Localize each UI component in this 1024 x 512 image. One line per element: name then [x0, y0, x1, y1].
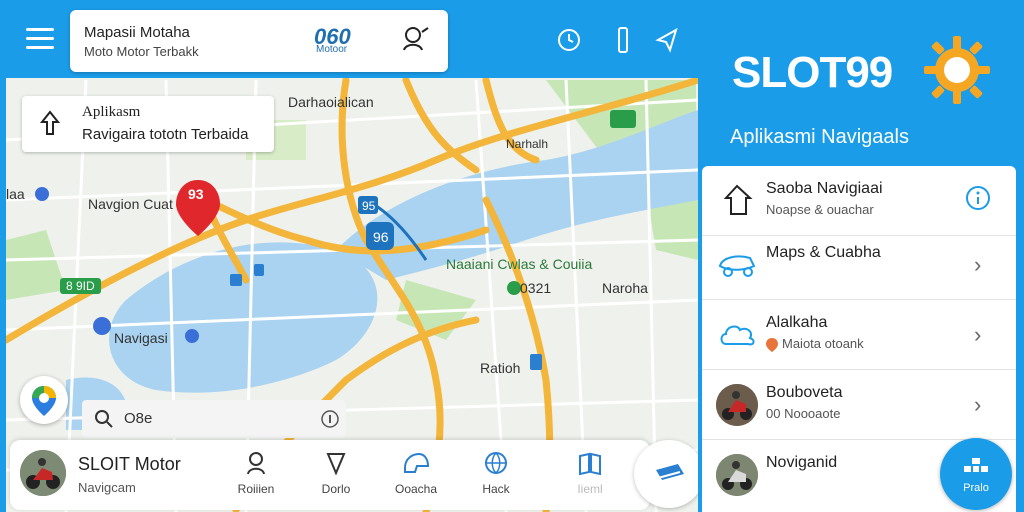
- scooter-avatar: [716, 454, 758, 496]
- pin-number: 93: [188, 186, 204, 202]
- nav-item-globe[interactable]: Hack: [456, 450, 536, 506]
- list-item-title: Bouboveta: [766, 384, 843, 401]
- clock-icon[interactable]: [556, 26, 582, 54]
- fab-label: Pralo: [963, 482, 989, 494]
- brand-title: SLOT99: [732, 48, 893, 97]
- list-item-title: Saoba Navigiaai: [766, 180, 883, 197]
- nav-item-label: Hack: [482, 482, 510, 496]
- list-item[interactable]: Alalkaha Maiota otoank ›: [702, 300, 1016, 370]
- list-item-subtitle: Noapse & ouachar: [766, 202, 874, 217]
- svg-text:96: 96: [373, 229, 389, 245]
- ticket-icon: [656, 464, 684, 480]
- floating-action-button[interactable]: Pralo: [940, 438, 1012, 510]
- info-card[interactable]: Aplikasm Ravigaira tototn Terbaida: [22, 96, 274, 152]
- map-label-pin-place: Navgion Cuat: [88, 196, 173, 212]
- map-pin-color-icon: [32, 386, 56, 416]
- map-label-edge: laa: [6, 186, 25, 202]
- map-label-center-place: Naaiani Cwlas & Couiia: [446, 256, 593, 272]
- list-item[interactable]: Bouboveta 00 Noooaote ›: [702, 370, 1016, 440]
- grid-icon: [964, 458, 988, 472]
- share-icon[interactable]: [654, 26, 680, 54]
- list-item-title: Maps & Cuabha: [766, 244, 881, 261]
- cloud-icon: [720, 325, 755, 346]
- search-icon: [95, 410, 113, 428]
- map-book-icon: [579, 452, 601, 476]
- top-app-bar: Mapasii Motaha Moto Motor Terbakk 060 Mo…: [6, 0, 698, 78]
- map-search-box[interactable]: O8e: [82, 400, 346, 438]
- chevron-right-icon[interactable]: ›: [974, 322, 981, 348]
- motorbike-avatar[interactable]: [20, 450, 66, 496]
- info-line-1: Aplikasm: [82, 104, 141, 120]
- upload-icon: [39, 110, 61, 135]
- chevron-right-icon[interactable]: ›: [974, 392, 981, 418]
- chevron-right-icon[interactable]: ›: [974, 252, 981, 278]
- nav-item-direction[interactable]: Dorlo: [296, 450, 376, 506]
- list-item-subtitle: Maiota otoank: [782, 336, 864, 351]
- rider-avatar: [716, 384, 758, 426]
- scooter-fab-button[interactable]: [634, 440, 698, 508]
- info-icon[interactable]: [320, 409, 340, 429]
- hamburger-menu-icon[interactable]: [26, 28, 54, 52]
- rider-subtitle: Navigcam: [78, 480, 136, 495]
- nav-item-helmet[interactable]: Ooacha: [376, 450, 456, 506]
- search-card[interactable]: Mapasii Motaha Moto Motor Terbakk 060 Mo…: [70, 10, 448, 72]
- nav-item-profile[interactable]: Roiiien: [216, 450, 296, 506]
- nav-item-label: Ooacha: [394, 482, 438, 496]
- location-pin-icon: [766, 338, 778, 352]
- map-label-navigasi: Navigasi: [114, 330, 168, 346]
- side-panel: SLOT99 Aplikasmi Navigaals Saoba Navigia…: [700, 0, 1024, 512]
- svg-text:95: 95: [362, 199, 376, 213]
- my-location-button[interactable]: [20, 376, 68, 424]
- list-item[interactable]: Saoba Navigiaai Noapse & ouachar: [702, 166, 1016, 236]
- map-search-query: O8e: [124, 410, 153, 427]
- search-title: Mapasii Motaha: [84, 24, 190, 41]
- map-label-right-place: Naroha: [602, 280, 648, 296]
- map-label-road: Narhalh: [506, 137, 549, 151]
- list-item[interactable]: Maps & Cuabha ›: [702, 230, 1016, 300]
- person-pin-icon: [247, 452, 265, 475]
- map-green-badge: 8 9ID: [60, 278, 101, 294]
- bottom-navigation-bar: SLOIT Motor Navigcam Roiiien Dorlo Ooach…: [10, 440, 650, 510]
- nav-item-label: Dorlo: [321, 482, 351, 496]
- info-icon[interactable]: [964, 184, 992, 212]
- rider-name: SLOIT Motor: [78, 454, 181, 474]
- brand-logo-sub: Motoor: [316, 44, 348, 55]
- tagline: Aplikasmi Navigaals: [730, 126, 909, 148]
- info-line-2: Ravigaira tototn Terbaida: [82, 126, 249, 143]
- navigation-arrow-icon: [326, 453, 346, 476]
- helmet-icon: [404, 452, 430, 473]
- list-item-title: Noviganid: [766, 454, 838, 471]
- nav-item-label: Iieml: [577, 482, 603, 496]
- nav-item-label: Roiiien: [237, 482, 275, 496]
- sun-gear-icon: [924, 36, 990, 104]
- scooter-icon: [718, 255, 756, 277]
- upload-house-icon: [723, 184, 753, 215]
- map-label-center-code: 0321: [520, 280, 552, 296]
- globe-icon: [485, 452, 507, 475]
- map-label-district: Darhaoialican: [288, 94, 374, 110]
- user-search-icon[interactable]: [400, 24, 430, 54]
- phone-icon[interactable]: [610, 26, 636, 54]
- nav-item-map-book[interactable]: Iieml: [550, 450, 630, 506]
- map-panel[interactable]: 96 95 Darhaoialican Narhalh Navgion Cuat…: [6, 0, 698, 512]
- search-subtitle: Moto Motor Terbakk: [84, 44, 199, 59]
- list-item-title: Alalkaha: [766, 314, 828, 331]
- list-item-subtitle: 00 Noooaote: [766, 406, 841, 421]
- map-label-bottom-place: Ratioh: [480, 360, 521, 376]
- app-frame: 96 95 Darhaoialican Narhalh Navgion Cuat…: [0, 0, 1024, 512]
